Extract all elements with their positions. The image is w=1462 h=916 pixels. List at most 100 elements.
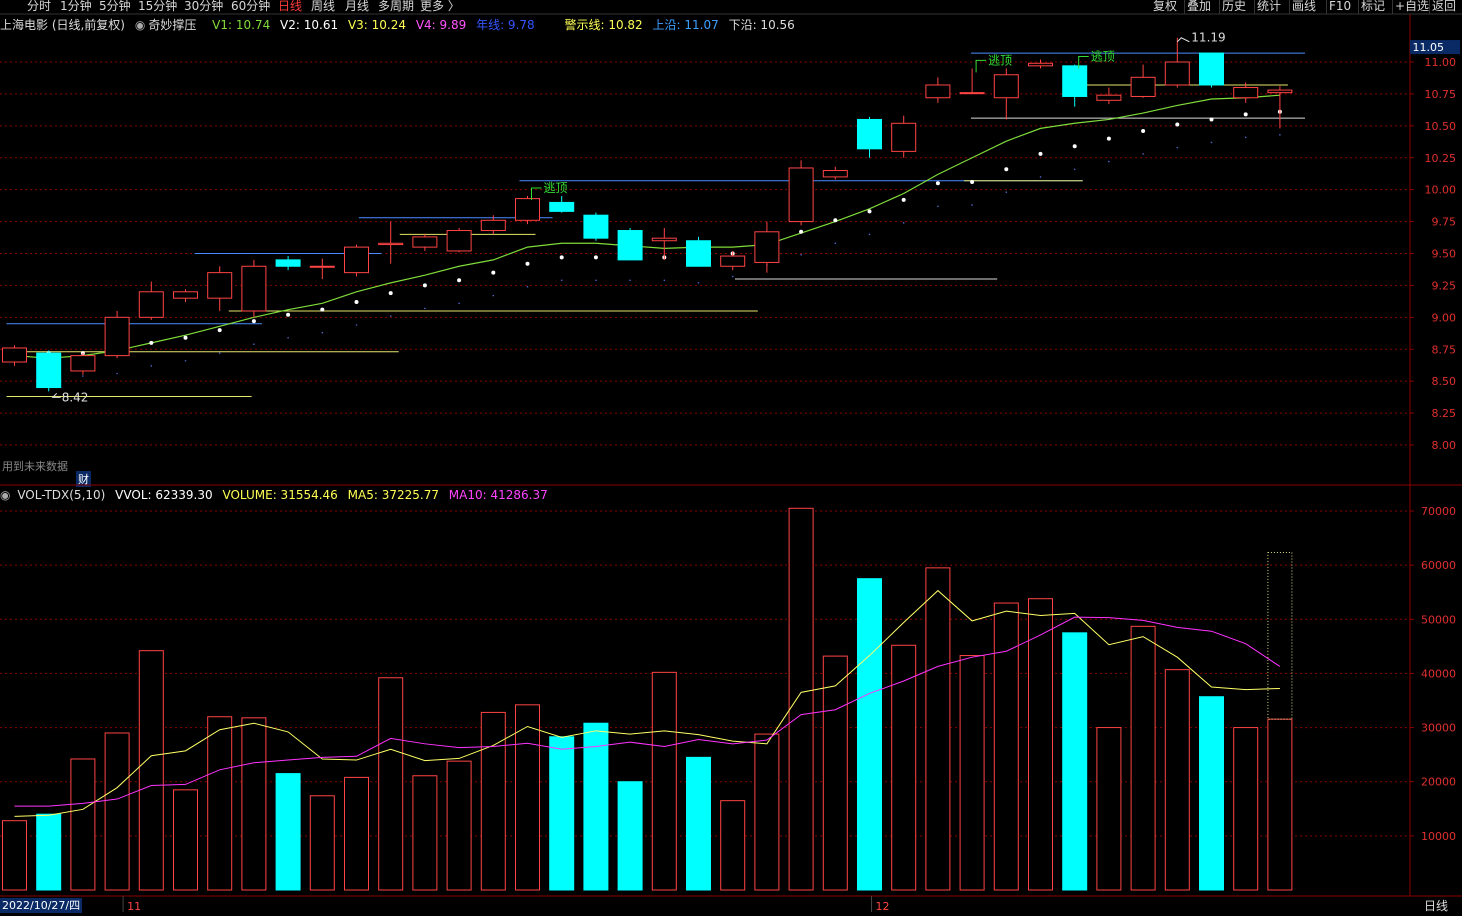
candle-body [70, 355, 96, 372]
candle-body [36, 352, 62, 389]
volume-tick-label: 10000 [1421, 830, 1456, 843]
volume-ma5-line [14, 589, 1280, 817]
current-price-tag: 11.05 [1413, 41, 1445, 54]
support-dot [491, 270, 496, 275]
volume-bar [104, 732, 130, 891]
price-tick-label: 11.00 [1425, 56, 1457, 69]
candle-body [549, 201, 575, 212]
escape-label: 逃顶 [988, 53, 1012, 67]
date-cursor-label: 2022/10/27/四 [0, 898, 83, 913]
volume-bar [788, 507, 814, 891]
minor-dot [1210, 141, 1213, 144]
volume-bar [925, 567, 951, 891]
minor-dot [1279, 133, 1281, 136]
price-tick-label: 10.50 [1425, 120, 1457, 133]
low-price-label: 8.42 [62, 390, 89, 404]
candle-body [1130, 76, 1156, 97]
support-dot [422, 283, 427, 288]
candle-body [788, 167, 814, 223]
candle-body [1096, 94, 1122, 101]
support-dot [183, 335, 188, 340]
minor-dot [629, 279, 631, 282]
minor-dot [937, 205, 939, 208]
support-dot [970, 180, 975, 185]
minor-dot [492, 294, 495, 297]
volume-bar [378, 677, 404, 891]
minor-dot [697, 282, 700, 284]
candle-body [344, 246, 369, 274]
minor-dot [1244, 136, 1247, 139]
volume-bar [959, 655, 985, 891]
volume-bar [344, 776, 369, 891]
candle-body [686, 240, 711, 267]
price-tick-label: 8.50 [1432, 375, 1457, 388]
kline-chart[interactable]: 11.00 10.75 10.50 10.25 10.00 9.75 9.50 9.25 9.0… [0, 0, 1462, 916]
candle-body [754, 231, 780, 263]
candle-body [1062, 65, 1088, 97]
volume-bar [446, 760, 472, 891]
volume-bar [138, 650, 164, 891]
candle-body [515, 198, 540, 221]
volume-bar [857, 578, 882, 891]
minor-dot [287, 336, 289, 339]
support-dot [1072, 144, 1077, 149]
support-dot [525, 261, 530, 266]
price-tick-label: 8.00 [1432, 439, 1457, 452]
candle-body [480, 219, 506, 232]
volume-bar [1233, 727, 1259, 891]
support-dot [593, 255, 598, 260]
volume-bar [549, 736, 575, 891]
price-tick-label: 10.00 [1425, 184, 1457, 197]
minor-dot [1039, 176, 1042, 178]
candle-body [925, 84, 951, 99]
minor-dot [971, 204, 973, 206]
price-tick-label: 9.25 [1432, 279, 1457, 292]
minor-dot [663, 279, 666, 282]
candle-body [651, 237, 677, 242]
support-dot [251, 319, 256, 324]
volume-bar [1267, 718, 1293, 891]
candle-body [138, 291, 164, 318]
minor-dot [902, 222, 905, 224]
minor-dot [458, 302, 460, 305]
candle-body [309, 265, 335, 268]
volume-bar [1096, 727, 1122, 891]
candle-body [446, 230, 472, 252]
candle-body [857, 118, 882, 150]
candle-body [617, 230, 643, 261]
volume-bar [70, 758, 96, 891]
volume-bar [480, 711, 506, 891]
candle-body [959, 92, 985, 95]
volume-bar [583, 722, 609, 891]
minor-dot [800, 253, 802, 256]
minor-dot [321, 331, 324, 334]
support-dot [1141, 128, 1146, 133]
price-tick-label: 8.25 [1432, 407, 1457, 420]
price-tick-label: 10.25 [1425, 152, 1457, 165]
candle-body [583, 214, 609, 239]
period-label: 日线 [1423, 899, 1448, 913]
support-dot [217, 328, 222, 333]
support-dot [388, 291, 393, 296]
volume-bar [1062, 632, 1088, 891]
candle-body [173, 291, 198, 299]
volume-tick-label: 20000 [1421, 776, 1456, 789]
volume-bar [1130, 625, 1156, 891]
month-label-12: 12 [876, 900, 890, 913]
support-dot [559, 255, 564, 260]
candle-body [2, 347, 27, 363]
price-tick-label: 9.00 [1432, 311, 1457, 324]
candle-body [720, 255, 746, 267]
minor-dot [116, 372, 118, 375]
volume-ma10-line [14, 616, 1281, 807]
minor-dot [834, 242, 837, 245]
minor-dot [1176, 146, 1179, 149]
month-label-11: 11 [127, 900, 141, 913]
price-tick-label: 9.50 [1432, 248, 1457, 261]
volume-bar [891, 644, 917, 891]
minor-dot [1073, 168, 1076, 171]
minor-dot [150, 365, 153, 367]
volume-bar [275, 773, 301, 891]
volume-bar [2, 820, 27, 891]
candle-body [378, 242, 404, 246]
